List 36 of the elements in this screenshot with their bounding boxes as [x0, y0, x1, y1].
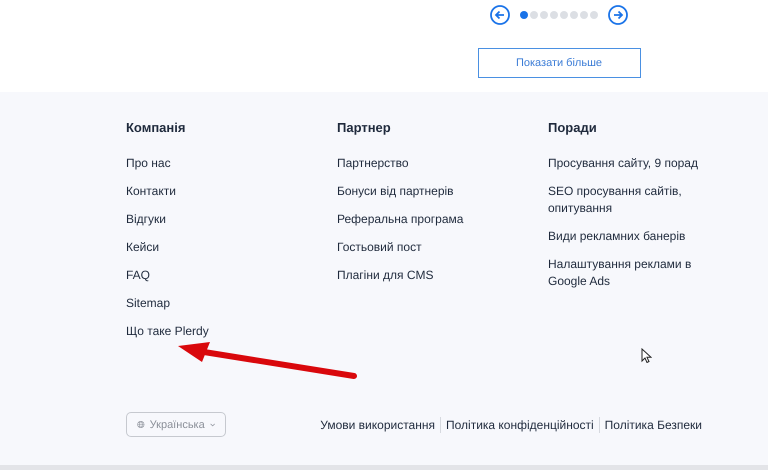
legal-link[interactable]: Умови використання	[320, 418, 435, 432]
footer-link[interactable]: Контакти	[126, 183, 176, 200]
column-heading: Поради	[548, 120, 597, 135]
legal-link[interactable]: Політика Безпеки	[604, 418, 702, 432]
next-button[interactable]	[607, 4, 629, 26]
column-heading: Компанія	[126, 120, 186, 135]
show-more-button[interactable]: Показати більше	[478, 48, 640, 78]
carousel-dot[interactable]	[590, 11, 598, 19]
footer-link[interactable]: Sitemap	[126, 295, 170, 312]
footer-link[interactable]: Гостьовий пост	[337, 239, 422, 256]
carousel-dot[interactable]	[530, 11, 538, 19]
footer-link[interactable]: Про нас	[126, 155, 171, 172]
globe-icon	[137, 418, 145, 431]
carousel-dot[interactable]	[570, 11, 578, 19]
footer-link[interactable]: Що таке Plerdy	[126, 323, 209, 340]
carousel-dot[interactable]	[520, 11, 528, 19]
footer-link[interactable]: Просування сайту, 9 порад	[548, 155, 698, 172]
footer-link[interactable]: Кейси	[126, 239, 160, 256]
legal-link[interactable]: Політика конфіденційності	[446, 418, 594, 432]
cursor-icon	[641, 348, 652, 363]
carousel-dot[interactable]	[540, 11, 548, 19]
footer-link[interactable]: Відгуки	[126, 211, 166, 228]
footer-link[interactable]: Реферальна програма	[337, 211, 464, 228]
previous-button[interactable]	[489, 4, 511, 26]
chevron-down-icon	[210, 422, 215, 428]
footer-link[interactable]: SEO просування сайтів, опитування	[548, 183, 723, 217]
carousel-dot[interactable]	[560, 11, 568, 19]
column-heading: Партнер	[337, 120, 391, 135]
footer-link[interactable]: Плагіни для CMS	[337, 267, 434, 284]
footer-link[interactable]: Партнерство	[337, 155, 409, 172]
footer-link[interactable]: FAQ	[126, 267, 150, 284]
carousel-dot[interactable]	[550, 11, 558, 19]
footer-link[interactable]: Види рекламних банерів	[548, 228, 686, 245]
footer-link[interactable]: Бонуси від партнерів	[337, 183, 454, 200]
carousel-dot[interactable]	[580, 11, 588, 19]
footer-link[interactable]: Налаштування реклами в Google Ads	[548, 256, 723, 290]
